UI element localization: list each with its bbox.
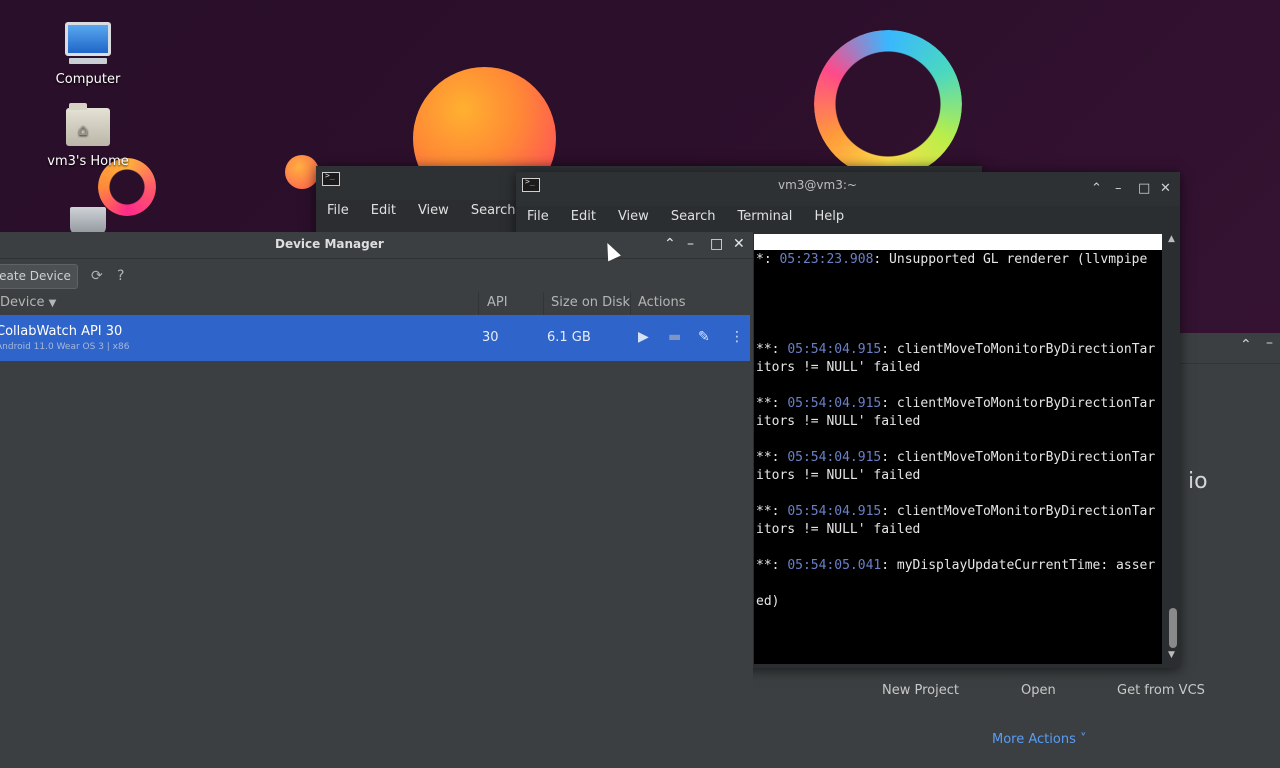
terminal-line: itors != NULL' failed bbox=[756, 414, 921, 429]
menu-search[interactable]: Search bbox=[660, 209, 727, 224]
desktop-icon-label: Computer bbox=[55, 72, 121, 87]
terminal-output[interactable]: *: 05:23:23.908: Unsupported GL renderer… bbox=[754, 234, 1162, 664]
menu-edit[interactable]: Edit bbox=[360, 203, 407, 218]
window-title: vm3@vm3:~ bbox=[778, 178, 857, 192]
device-subtitle: Android 11.0 Wear OS 3 | x86 bbox=[0, 342, 130, 352]
menu-view[interactable]: View bbox=[407, 203, 460, 218]
minimize-icon[interactable]: – bbox=[1115, 172, 1122, 206]
desktop-icon-home[interactable]: ⌂ vm3's Home bbox=[38, 103, 138, 169]
device-size: 6.1 GB bbox=[547, 330, 591, 345]
device-api: 30 bbox=[482, 330, 499, 345]
column-api[interactable]: API bbox=[487, 295, 508, 310]
wallpaper-rainbow-ring bbox=[814, 30, 962, 178]
title-bar[interactable]: Device Manager ⌃ – □ ✕ bbox=[0, 232, 753, 259]
sort-down-icon: ▼ bbox=[48, 298, 57, 309]
scroll-up-icon[interactable]: ▲ bbox=[1168, 234, 1175, 244]
column-device[interactable]: Device ▼ bbox=[0, 295, 56, 310]
desktop-icon-label: vm3's Home bbox=[47, 154, 129, 169]
welcome-title-fragment: io bbox=[1188, 469, 1208, 494]
device-toolbar: eate Device ⟳ ? bbox=[0, 259, 753, 293]
maximize-icon[interactable]: □ bbox=[1138, 172, 1150, 206]
terminal-line: **: 05:54:05.041: myDisplayUpdateCurrent… bbox=[756, 558, 1156, 573]
terminal-icon bbox=[522, 177, 540, 192]
terminal-scrollbar[interactable]: ▲ ▼ bbox=[1166, 234, 1180, 664]
terminal-line: *: 05:23:23.908: Unsupported GL renderer… bbox=[756, 252, 1148, 267]
computer-icon bbox=[65, 22, 111, 56]
maximize-up-icon[interactable]: ⌃ bbox=[1240, 337, 1252, 353]
menu-edit[interactable]: Edit bbox=[560, 209, 607, 224]
refresh-icon[interactable]: ⟳ bbox=[91, 268, 103, 284]
device-table-header: Device ▼ API Size on Disk Actions bbox=[0, 292, 750, 317]
folder-icon[interactable]: ▬ bbox=[668, 329, 681, 345]
home-folder-icon: ⌂ bbox=[66, 103, 110, 146]
launch-icon[interactable]: ▶ bbox=[638, 329, 649, 345]
terminal-line: **: 05:54:04.915: clientMoveToMonitorByD… bbox=[756, 450, 1156, 465]
device-manager-window: Device Manager ⌃ – □ ✕ eate Device ⟳ ? D… bbox=[0, 232, 753, 768]
terminal-line: itors != NULL' failed bbox=[756, 522, 921, 537]
minimize-icon[interactable]: – bbox=[687, 236, 694, 252]
scroll-down-icon[interactable]: ▼ bbox=[1168, 650, 1175, 660]
device-name: CollabWatch API 30 bbox=[0, 324, 123, 339]
menu-help[interactable]: Help bbox=[803, 209, 855, 224]
scrollbar-thumb[interactable] bbox=[1169, 608, 1177, 648]
column-actions: Actions bbox=[638, 295, 686, 310]
edit-icon[interactable]: ✎ bbox=[698, 329, 710, 345]
get-from-vcs-button[interactable]: Get from VCS bbox=[1117, 683, 1205, 698]
menu-bar: File Edit View Search Terminal Help bbox=[516, 202, 1180, 230]
menu-view[interactable]: View bbox=[607, 209, 660, 224]
terminal-line: itors != NULL' failed bbox=[756, 468, 921, 483]
wallpaper-small-orange-circle bbox=[285, 155, 319, 189]
menu-terminal[interactable]: Terminal bbox=[726, 209, 803, 224]
create-device-button[interactable]: eate Device bbox=[0, 264, 78, 289]
house-icon: ⌂ bbox=[78, 120, 89, 139]
more-options-icon[interactable]: ⋮ bbox=[730, 329, 744, 345]
new-project-button[interactable]: New Project bbox=[882, 683, 959, 698]
terminal-icon bbox=[322, 171, 340, 186]
terminal-line: **: 05:54:04.915: clientMoveToMonitorByD… bbox=[756, 342, 1156, 357]
more-actions-link[interactable]: More Actions ˅ bbox=[992, 732, 1086, 747]
open-button[interactable]: Open bbox=[1021, 683, 1056, 698]
menu-file[interactable]: File bbox=[516, 209, 560, 224]
menu-file[interactable]: File bbox=[316, 203, 360, 218]
shade-icon[interactable]: ⌃ bbox=[1091, 172, 1102, 206]
window-title: Device Manager bbox=[275, 237, 384, 251]
terminal-line: **: 05:54:04.915: clientMoveToMonitorByD… bbox=[756, 504, 1156, 519]
trash-icon[interactable] bbox=[70, 207, 106, 235]
desktop-icon-computer[interactable]: Computer bbox=[38, 22, 138, 87]
column-size[interactable]: Size on Disk bbox=[551, 295, 630, 310]
maximize-icon[interactable]: □ bbox=[710, 236, 723, 252]
minimize-icon[interactable]: – bbox=[1266, 335, 1273, 351]
shade-icon[interactable]: ⌃ bbox=[664, 236, 676, 252]
close-icon[interactable]: ✕ bbox=[1160, 172, 1171, 206]
help-icon[interactable]: ? bbox=[117, 268, 124, 284]
terminal-line: itors != NULL' failed bbox=[756, 360, 921, 375]
terminal-line: ed) bbox=[756, 594, 780, 609]
table-row[interactable]: CollabWatch API 30 Android 11.0 Wear OS … bbox=[0, 315, 750, 361]
title-bar[interactable]: vm3@vm3:~ ⌃ – □ ✕ bbox=[516, 172, 1180, 206]
close-icon[interactable]: ✕ bbox=[733, 236, 745, 252]
terminal-line: **: 05:54:04.915: clientMoveToMonitorByD… bbox=[756, 396, 1156, 411]
